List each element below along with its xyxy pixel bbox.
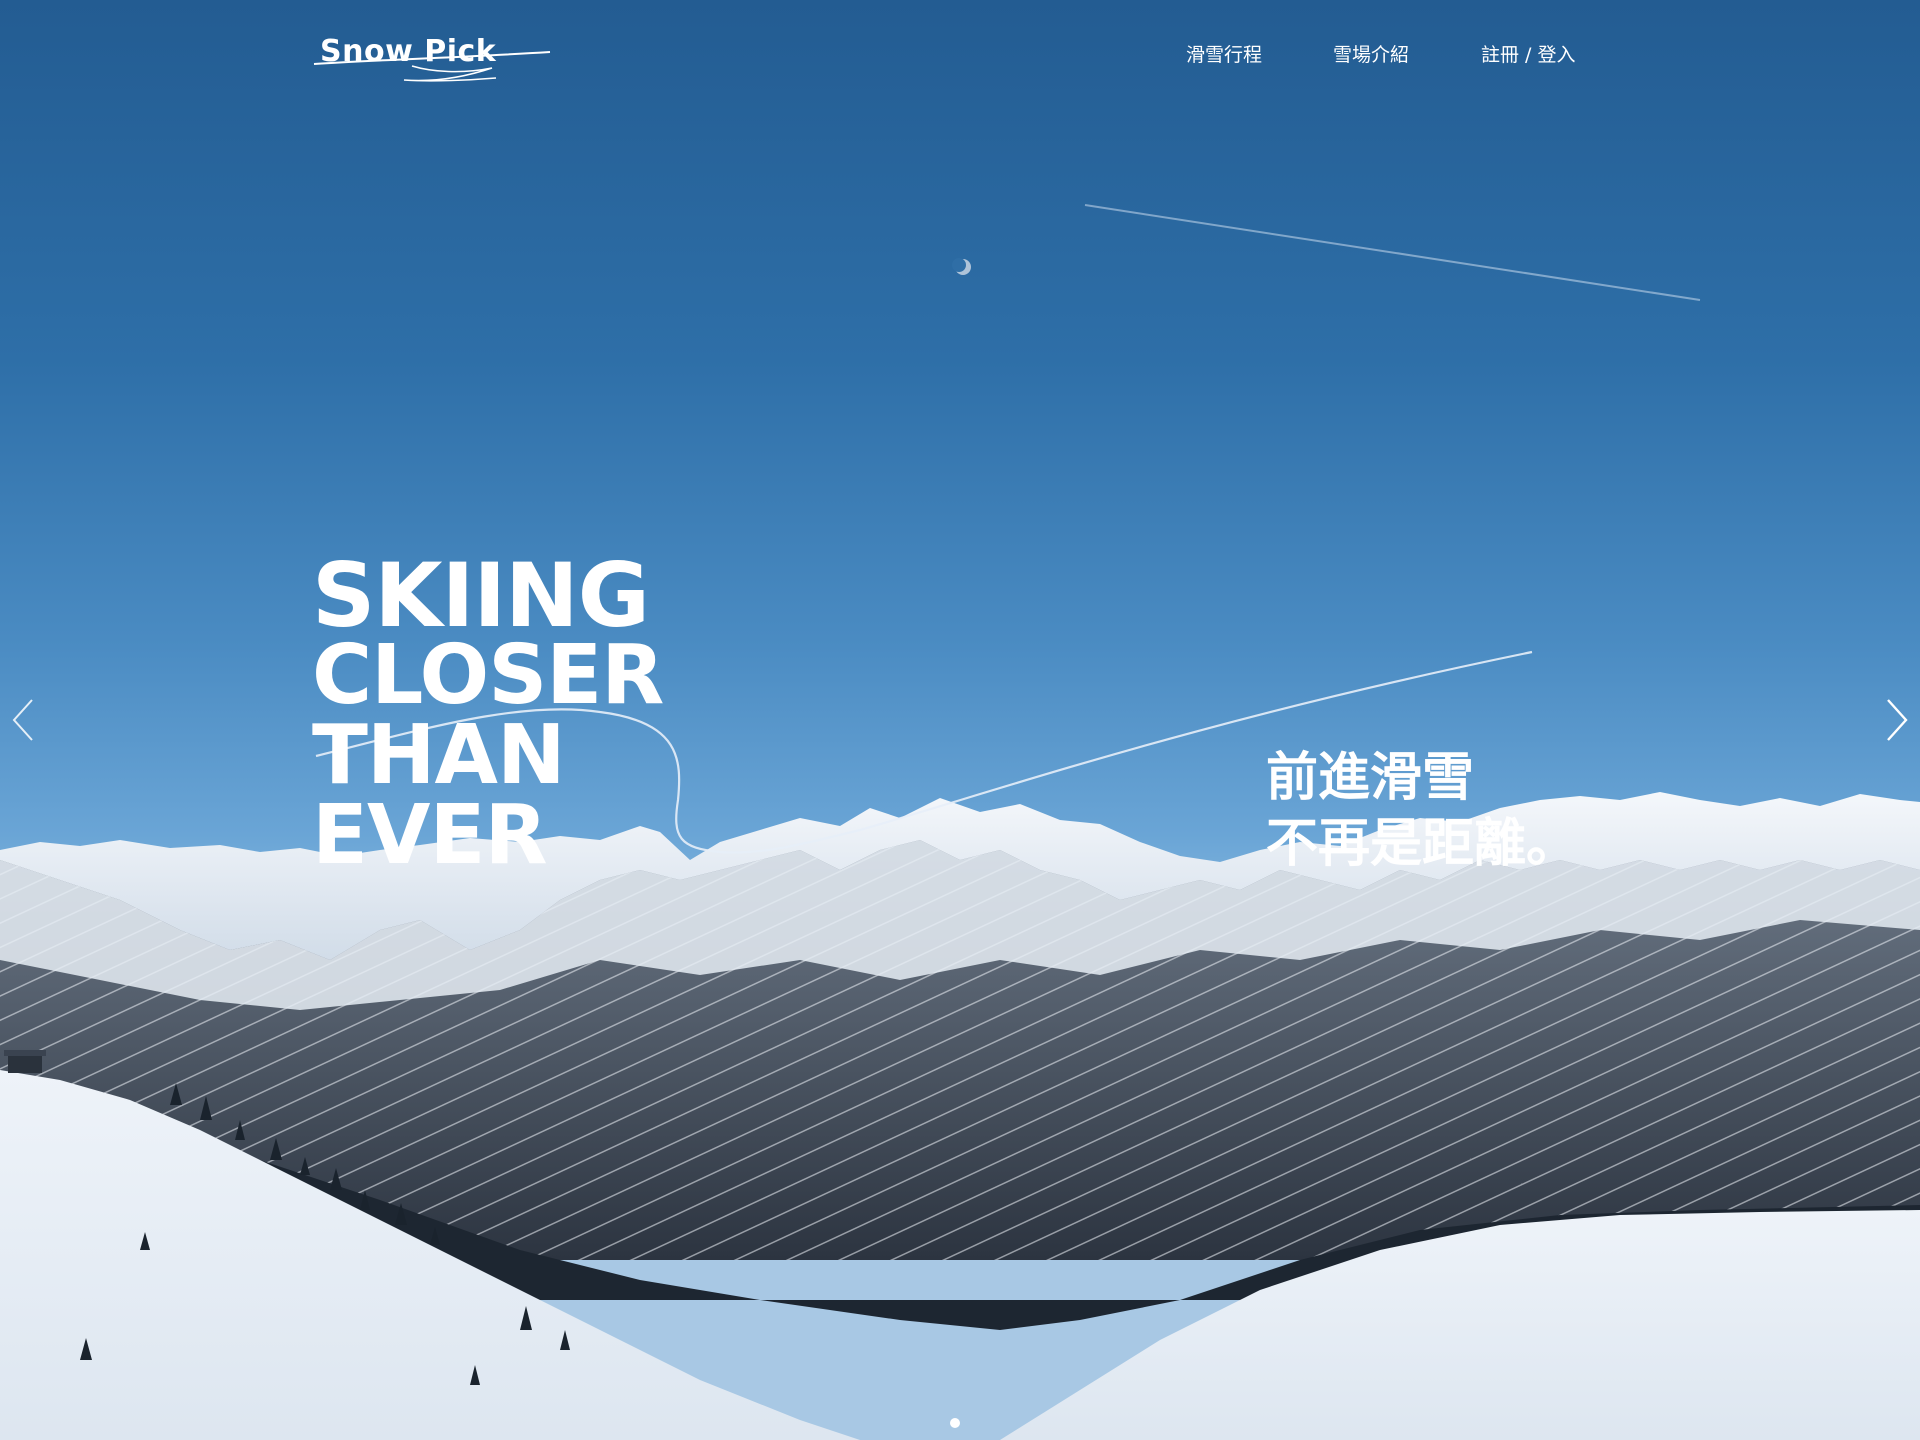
- hero-headline: SKIING CLOSER THAN EVER: [312, 544, 664, 883]
- nav-item-ski-trips[interactable]: 滑雪行程: [1186, 40, 1262, 67]
- tagline-line-2: 不再是距離。: [1266, 814, 1579, 874]
- tagline-line-1: 前進滑雪: [1266, 748, 1475, 808]
- nav-item-register-login[interactable]: 註冊 / 登入: [1481, 40, 1575, 67]
- chevron-left-icon: [12, 699, 33, 741]
- logo[interactable]: Snow Pick: [312, 30, 552, 90]
- headline-line-2: CLOSER: [312, 628, 664, 723]
- carousel-prev-button[interactable]: [4, 690, 44, 750]
- carousel-dot-1[interactable]: [950, 1418, 960, 1428]
- carousel-next-button[interactable]: [1876, 690, 1916, 750]
- hero-tagline: 前進滑雪 不再是距離。: [1266, 745, 1578, 877]
- chevron-right-icon: [1887, 699, 1908, 741]
- decorative-swoosh: [315, 650, 1533, 854]
- headline-line-1: SKIING: [312, 544, 650, 647]
- nav-item-ski-resorts[interactable]: 雪場介紹: [1333, 40, 1409, 67]
- hero-carousel: Snow Pick 滑雪行程 雪場介紹 註冊 / 登入 SKIING CLOSE…: [0, 0, 1920, 1440]
- logo-text: Snow Pick: [320, 34, 497, 69]
- carousel-pagination: [950, 1418, 960, 1428]
- top-nav: Snow Pick 滑雪行程 雪場介紹 註冊 / 登入: [0, 0, 1920, 110]
- headline-line-4: EVER: [312, 788, 548, 883]
- headline-line-3: THAN: [312, 708, 566, 803]
